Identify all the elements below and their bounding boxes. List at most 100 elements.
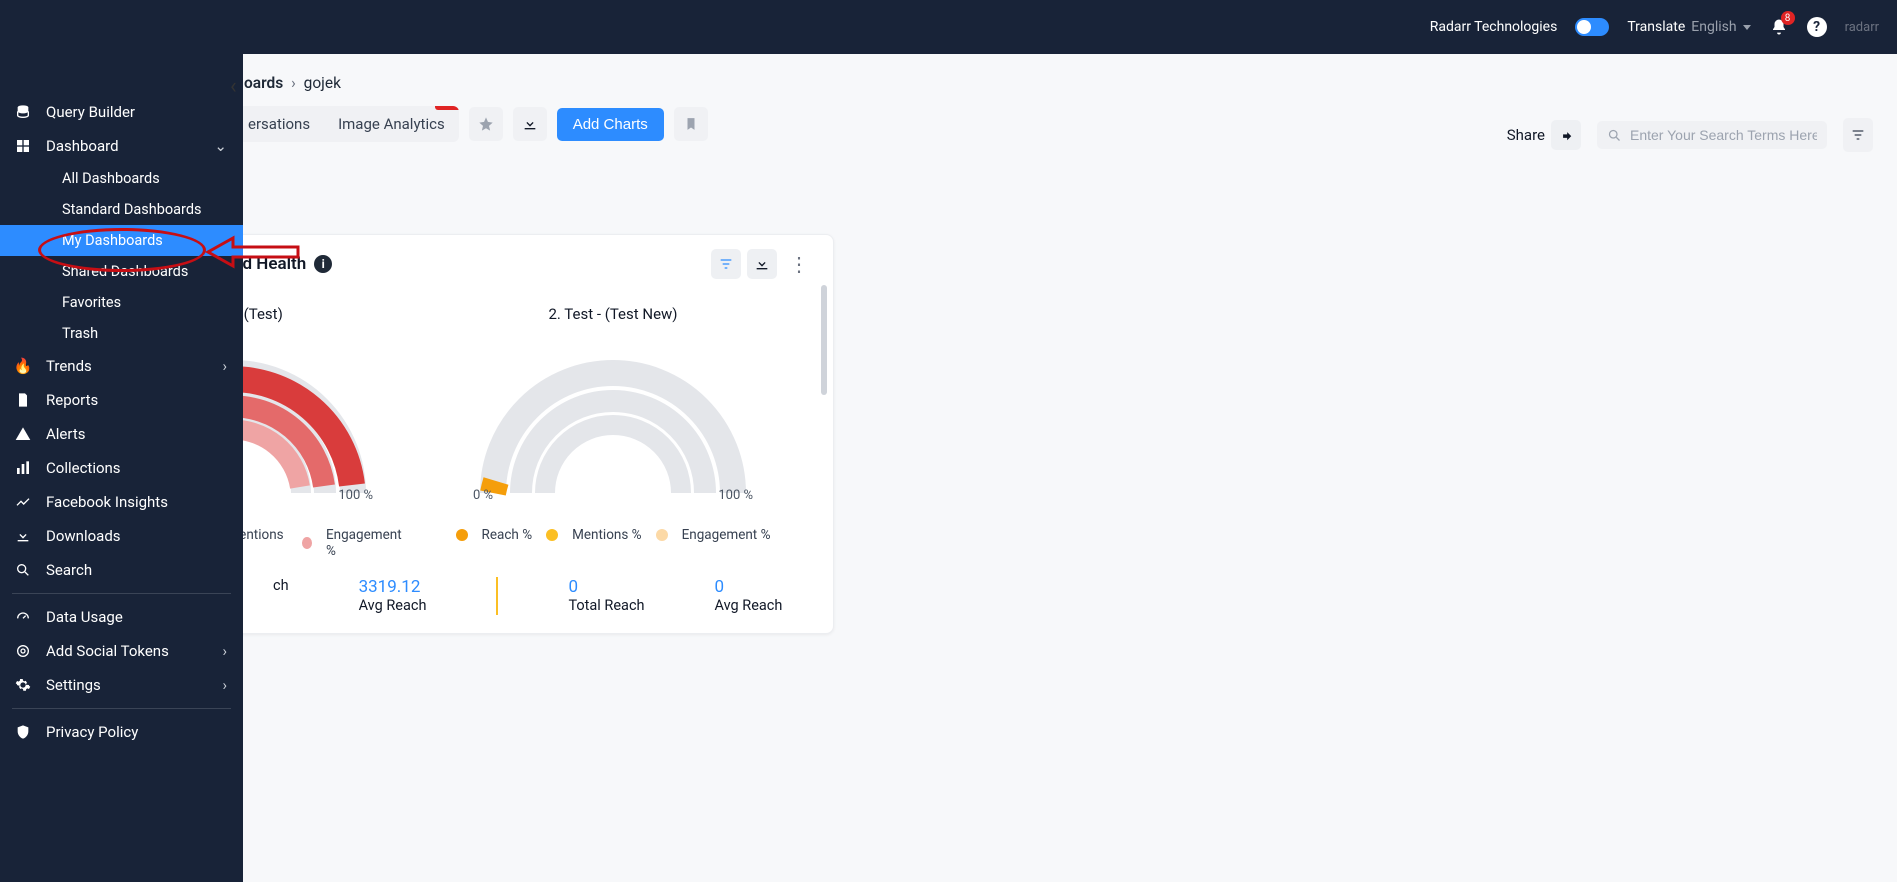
beta-badge: BETA — [435, 106, 459, 110]
sidebar-item-my-dashboards[interactable]: My Dashboards — [0, 225, 243, 256]
gauge-2-legend: Reach % Mentions % Engagement % — [456, 527, 771, 543]
add-charts-button[interactable]: Add Charts — [557, 108, 664, 141]
download-button[interactable] — [513, 107, 547, 141]
chevron-right-icon: › — [222, 676, 227, 694]
shield-icon — [14, 723, 32, 741]
legend-dot-engagement — [656, 529, 668, 541]
search-icon — [1607, 128, 1622, 143]
translate-label: Translate — [1627, 19, 1685, 35]
share-icon — [1551, 120, 1581, 150]
chevron-right-icon: › — [222, 357, 227, 375]
widget-menu-button[interactable]: ⋮ — [783, 252, 815, 276]
sidebar-item-collections[interactable]: Collections — [0, 451, 243, 485]
sidebar-item-facebook-insights[interactable]: Facebook Insights — [0, 485, 243, 519]
widget-title: nd Health — [233, 254, 306, 274]
translate-toggle[interactable] — [1575, 18, 1609, 36]
nav-label: Settings — [46, 676, 101, 694]
top-header: radarr Radarr Technologies Translate Eng… — [0, 0, 1897, 54]
widget-filter-button[interactable] — [711, 249, 741, 279]
search-icon — [14, 561, 32, 579]
bookmark-button[interactable] — [674, 107, 708, 141]
nav-label: Data Usage — [46, 608, 123, 626]
sidebar-item-search[interactable]: Search — [0, 553, 243, 587]
sidebar-item-settings[interactable]: Settings › — [0, 668, 243, 702]
tabset: ersations Image Analytics BETA — [234, 106, 459, 142]
company-name: Radarr Technologies — [1430, 19, 1558, 35]
gauge-2: 2. Test - (Test New) 0 % 100 % Reach % — [443, 305, 783, 559]
notification-badge: 8 — [1781, 11, 1795, 25]
sidebar-item-dashboard[interactable]: Dashboard ⌄ — [0, 129, 243, 163]
search-box[interactable] — [1597, 121, 1827, 149]
sidebar: Query Builder Dashboard ⌄ All Dashboards… — [0, 0, 243, 882]
sidebar-item-data-usage[interactable]: Data Usage — [0, 600, 243, 634]
collapse-sidebar-button[interactable]: ‹ — [230, 74, 237, 99]
token-icon — [14, 642, 32, 660]
sidebar-item-trends[interactable]: 🔥 Trends › — [0, 349, 243, 383]
divider — [12, 593, 231, 594]
scrollbar[interactable] — [821, 285, 827, 395]
breadcrumb-current: gojek — [304, 74, 341, 92]
widget-download-button[interactable] — [747, 249, 777, 279]
sidebar-item-reports[interactable]: Reports — [0, 383, 243, 417]
sidebar-item-favorites[interactable]: Favorites — [0, 287, 243, 318]
legend-dot-reach — [456, 529, 468, 541]
scale-max: 100 % — [338, 488, 373, 503]
sidebar-item-privacy-policy[interactable]: Privacy Policy — [0, 715, 243, 749]
breadcrumb-root[interactable]: oards — [244, 74, 283, 92]
stats-row: ch 3319.12 Avg Reach 0 Total Reach 0 Avg… — [273, 577, 815, 615]
notifications-button[interactable]: 8 — [1769, 17, 1789, 37]
stat-g1-avg: 3319.12 Avg Reach — [359, 577, 427, 615]
grid-icon — [14, 137, 32, 155]
scale-max: 100 % — [718, 488, 753, 503]
sidebar-item-downloads[interactable]: Downloads — [0, 519, 243, 553]
nav-label: Add Social Tokens — [46, 642, 169, 660]
document-icon — [14, 391, 32, 409]
chevron-down-icon — [1743, 25, 1751, 30]
download-icon — [14, 527, 32, 545]
search-input[interactable] — [1630, 127, 1817, 143]
filter-button[interactable] — [1843, 118, 1873, 152]
nav-label: Trends — [46, 357, 92, 375]
nav-label: Collections — [46, 459, 121, 477]
info-icon[interactable]: i — [314, 255, 332, 273]
gear-icon — [14, 676, 32, 694]
tab-image-analytics[interactable]: Image Analytics BETA — [324, 106, 459, 142]
legend-dot-mentions — [546, 529, 558, 541]
legend-dot-engagement — [302, 537, 312, 549]
sidebar-item-all-dashboards[interactable]: All Dashboards — [0, 163, 243, 194]
sidebar-item-query-builder[interactable]: Query Builder — [0, 95, 243, 129]
nav-label: Facebook Insights — [46, 493, 168, 511]
database-icon — [14, 103, 32, 121]
chevron-right-icon: › — [222, 642, 227, 660]
sidebar-item-add-social-tokens[interactable]: Add Social Tokens › — [0, 634, 243, 668]
nav-label: Privacy Policy — [46, 723, 138, 741]
nav-label: Downloads — [46, 527, 121, 545]
language-selector[interactable]: Translate English — [1627, 19, 1750, 35]
chart-icon — [14, 459, 32, 477]
flame-icon: 🔥 — [14, 357, 32, 375]
sidebar-item-standard-dashboards[interactable]: Standard Dashboards — [0, 194, 243, 225]
brand-small: radarr — [1845, 20, 1879, 35]
divider — [12, 708, 231, 709]
tab-conversations[interactable]: ersations — [234, 106, 324, 142]
gauge-icon — [14, 608, 32, 626]
scale-min: 0 % — [473, 488, 493, 503]
nav-label: Alerts — [46, 425, 86, 443]
gauge-2-chart — [463, 333, 763, 503]
language-value: English — [1691, 19, 1736, 35]
stat-g1-reach: ch — [273, 577, 289, 615]
sidebar-item-alerts[interactable]: Alerts — [0, 417, 243, 451]
nav-label: Query Builder — [46, 103, 135, 121]
trend-icon — [14, 493, 32, 511]
favorite-button[interactable] — [469, 107, 503, 141]
help-button[interactable]: ? — [1807, 17, 1827, 37]
stat-g2-avg: 0 Avg Reach — [715, 577, 783, 615]
chevron-down-icon: ⌄ — [214, 137, 227, 155]
breadcrumb: oards › gojek — [234, 54, 1897, 106]
gauge-2-title: 2. Test - (Test New) — [548, 305, 677, 323]
sidebar-item-shared-dashboards[interactable]: Shared Dashboards — [0, 256, 243, 287]
share-button[interactable]: Share — [1507, 120, 1581, 150]
stat-g2-total: 0 Total Reach — [568, 577, 644, 615]
nav-label: Search — [46, 561, 92, 579]
sidebar-item-trash[interactable]: Trash — [0, 318, 243, 349]
